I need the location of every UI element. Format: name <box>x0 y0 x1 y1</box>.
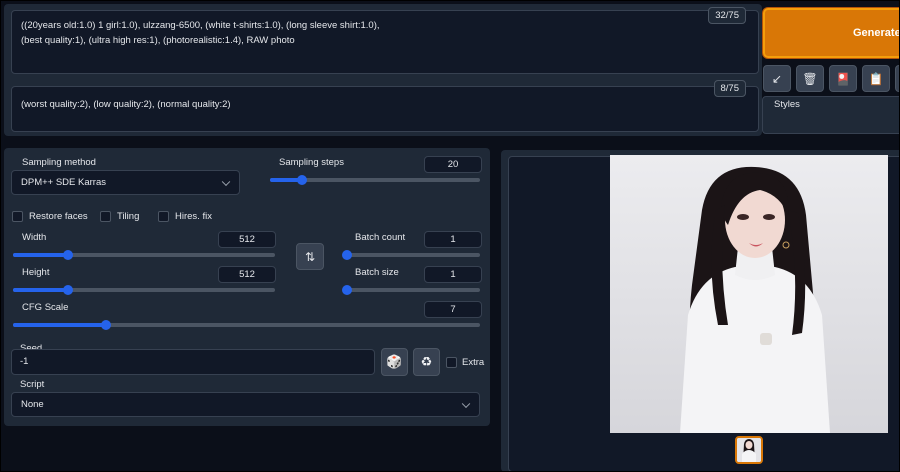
width-input[interactable]: 512 <box>218 231 276 248</box>
reuse-seed-button[interactable]: ♻ <box>413 348 440 376</box>
styles-label: Styles <box>774 99 800 110</box>
slider-thumb[interactable] <box>342 250 352 260</box>
extra-networks-button[interactable]: 🎴 <box>829 65 857 92</box>
positive-prompt-textarea[interactable]: ((20years old:1.0) 1 girl:1.0), ulzzang-… <box>11 10 759 74</box>
slider-thumb[interactable] <box>63 250 74 260</box>
seed-input[interactable]: -1 <box>11 349 375 375</box>
sampling-steps-slider[interactable] <box>270 175 480 185</box>
slider-fill <box>13 253 69 257</box>
cfg-scale-label: CFG Scale <box>22 302 69 313</box>
restore-faces-label: Restore faces <box>29 211 88 222</box>
batch-count-slider[interactable] <box>342 250 480 260</box>
generated-image[interactable] <box>610 155 888 433</box>
generate-button[interactable]: Generate <box>762 7 900 59</box>
card-icon: 🎴 <box>835 71 851 86</box>
sampling-steps-label: Sampling steps <box>279 157 344 168</box>
arrow-icon: ↙ <box>771 71 783 86</box>
random-seed-button[interactable]: 🎲 <box>381 348 408 376</box>
extra-label: Extra <box>462 357 485 368</box>
apply-style-button[interactable]: 📋 <box>862 65 890 92</box>
tiling-label: Tiling <box>117 211 140 222</box>
height-input[interactable]: 512 <box>218 266 276 283</box>
sampling-method-label: Sampling method <box>22 157 96 168</box>
chevron-down-icon <box>221 177 231 186</box>
slider-fill <box>13 288 69 292</box>
script-label: Script <box>20 379 45 390</box>
negative-token-counter: 8/75 <box>713 80 746 97</box>
batch-size-label: Batch size <box>355 267 399 278</box>
dice-icon: 🎲 <box>386 354 403 369</box>
portrait-illustration <box>610 155 888 433</box>
extra-checkbox[interactable] <box>446 357 457 368</box>
batch-size-input[interactable]: 1 <box>424 266 482 283</box>
cfg-scale-input[interactable]: 7 <box>424 301 482 318</box>
restore-faces-checkbox[interactable] <box>12 211 23 222</box>
sampling-method-dropdown[interactable]: DPM++ SDE Karras <box>11 170 240 195</box>
script-dropdown[interactable]: None <box>11 392 480 417</box>
gallery-thumbnail[interactable] <box>735 436 763 464</box>
sampling-steps-input[interactable]: 20 <box>424 156 482 173</box>
negative-prompt-textarea[interactable]: (worst quality:2), (low quality:2), (nor… <box>11 86 759 132</box>
trash-icon: 🗑 <box>802 71 818 86</box>
height-label: Height <box>22 267 50 278</box>
slider-thumb[interactable] <box>296 175 307 185</box>
clear-prompt-button[interactable]: 🗑 <box>796 65 824 92</box>
swap-dimensions-button[interactable]: ⇅ <box>296 243 324 270</box>
height-slider[interactable] <box>13 285 275 295</box>
styles-dropdown[interactable]: Styles <box>762 96 900 134</box>
prompt-panel: ((20years old:1.0) 1 girl:1.0), ulzzang-… <box>4 4 762 136</box>
chevron-down-icon <box>461 399 471 408</box>
sampling-method-value: DPM++ SDE Karras <box>21 177 106 188</box>
batch-size-slider[interactable] <box>342 285 480 295</box>
slider-fill <box>13 323 107 327</box>
tiling-checkbox[interactable] <box>100 211 111 222</box>
slider-thumb[interactable] <box>342 285 352 295</box>
positive-token-counter: 32/75 <box>708 7 746 24</box>
save-style-button[interactable]: 💾 <box>895 65 900 92</box>
swap-icon: ⇅ <box>304 249 316 264</box>
clipboard-icon: 📋 <box>868 71 884 86</box>
read-params-button[interactable]: ↙ <box>763 65 791 92</box>
hires-fix-label: Hires. fix <box>175 211 212 222</box>
width-slider[interactable] <box>13 250 275 260</box>
batch-count-label: Batch count <box>355 232 406 243</box>
width-label: Width <box>22 232 47 243</box>
cfg-scale-slider[interactable] <box>13 320 480 330</box>
batch-count-input[interactable]: 1 <box>424 231 482 248</box>
hires-fix-checkbox[interactable] <box>158 211 169 222</box>
thumbnail-illustration <box>737 438 761 462</box>
slider-thumb[interactable] <box>63 285 74 295</box>
script-value: None <box>21 399 44 410</box>
recycle-icon: ♻ <box>420 354 433 369</box>
